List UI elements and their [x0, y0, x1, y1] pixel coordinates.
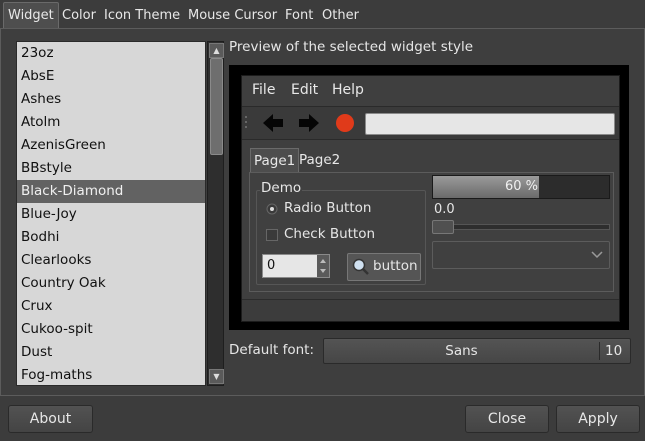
demo-button[interactable]: button [347, 253, 421, 281]
font-button-divider [599, 342, 600, 360]
apply-button[interactable]: Apply [556, 405, 640, 433]
font-button[interactable]: Sans 10 [323, 338, 631, 364]
chevron-down-icon [591, 251, 603, 259]
combo-box[interactable] [432, 241, 610, 269]
font-name: Sans [445, 343, 478, 359]
preview-statusbar [242, 299, 619, 321]
radio-label[interactable]: Radio Button [284, 200, 371, 216]
font-size: 10 [605, 343, 623, 359]
preview-toolbar [242, 106, 619, 140]
progress-text: 60 % [505, 179, 539, 194]
list-item[interactable]: AbsE [17, 65, 205, 88]
spin-arrows-icon[interactable] [317, 255, 329, 277]
theme-list-scrollbar[interactable]: ▲ ▼ [207, 41, 224, 386]
tab-bar: Widget Color Icon Theme Mouse Cursor Fon… [0, 0, 645, 29]
tab-page2[interactable]: Page2 [296, 148, 343, 172]
tab-mouse-cursor[interactable]: Mouse Cursor [188, 4, 277, 28]
demo-frame-title: Demo [260, 180, 303, 196]
list-item[interactable]: Country Oak [17, 272, 205, 295]
menu-edit[interactable]: Edit [291, 82, 318, 98]
list-item[interactable]: Fog-maths [17, 364, 205, 385]
preview-label: Preview of the selected widget style [229, 39, 474, 55]
tab-color[interactable]: Color [62, 4, 96, 28]
toolbar-grip-icon [245, 116, 247, 128]
scroll-thumb[interactable] [210, 58, 223, 155]
list-item[interactable]: Atolm [17, 111, 205, 134]
forward-arrow-icon[interactable] [297, 112, 321, 134]
zoom-icon [352, 258, 369, 275]
list-item[interactable]: Crux [17, 295, 205, 318]
menu-file[interactable]: File [252, 82, 275, 98]
scroll-up-icon[interactable]: ▲ [209, 43, 224, 58]
tab-widget[interactable]: Widget [3, 2, 59, 29]
tab-font[interactable]: Font [285, 4, 313, 28]
back-arrow-icon[interactable] [261, 112, 285, 134]
list-item[interactable]: BBstyle [17, 157, 205, 180]
record-icon[interactable] [335, 113, 355, 133]
list-item[interactable]: Ashes [17, 88, 205, 111]
scroll-down-icon[interactable]: ▼ [209, 369, 224, 384]
list-item[interactable]: 23oz [17, 42, 205, 65]
radio-icon[interactable] [266, 203, 278, 215]
preview-notebook-page: Demo Radio Button Check Button 0 button [249, 172, 614, 292]
list-item[interactable]: Blue-Joy [17, 203, 205, 226]
list-item[interactable]: Dust [17, 341, 205, 364]
spin-value[interactable]: 0 [267, 258, 275, 273]
scale-slider[interactable] [432, 220, 610, 234]
close-button[interactable]: Close [465, 405, 549, 433]
preview-window: File Edit Help Page1 Page2 Demo Radio Bu… [241, 75, 620, 322]
progress-bar: 60 % [432, 175, 610, 199]
tab-icon-theme[interactable]: Icon Theme [104, 4, 180, 28]
tab-other[interactable]: Other [322, 4, 359, 28]
checkbox-icon[interactable] [266, 229, 278, 241]
scale-value: 0.0 [434, 202, 455, 217]
check-label[interactable]: Check Button [284, 226, 375, 242]
about-button[interactable]: About [8, 405, 93, 433]
list-item[interactable]: Bodhi [17, 226, 205, 249]
list-item[interactable]: AzenisGreen [17, 134, 205, 157]
menu-help[interactable]: Help [332, 82, 364, 98]
spin-button[interactable]: 0 [262, 254, 330, 278]
demo-button-label: button [373, 258, 418, 274]
list-item[interactable]: Cukoo-spit [17, 318, 205, 341]
demo-frame: Demo Radio Button Check Button 0 button [256, 180, 426, 285]
toolbar-entry[interactable] [365, 113, 615, 135]
default-font-label: Default font: [229, 342, 315, 358]
list-item-selected[interactable]: Black-Diamond [17, 180, 205, 203]
list-item[interactable]: Clearlooks [17, 249, 205, 272]
tab-page1[interactable]: Page1 [250, 148, 300, 173]
theme-list[interactable]: 23oz AbsE Ashes Atolm AzenisGreen BBstyl… [16, 41, 206, 386]
slider-handle[interactable] [432, 220, 454, 234]
